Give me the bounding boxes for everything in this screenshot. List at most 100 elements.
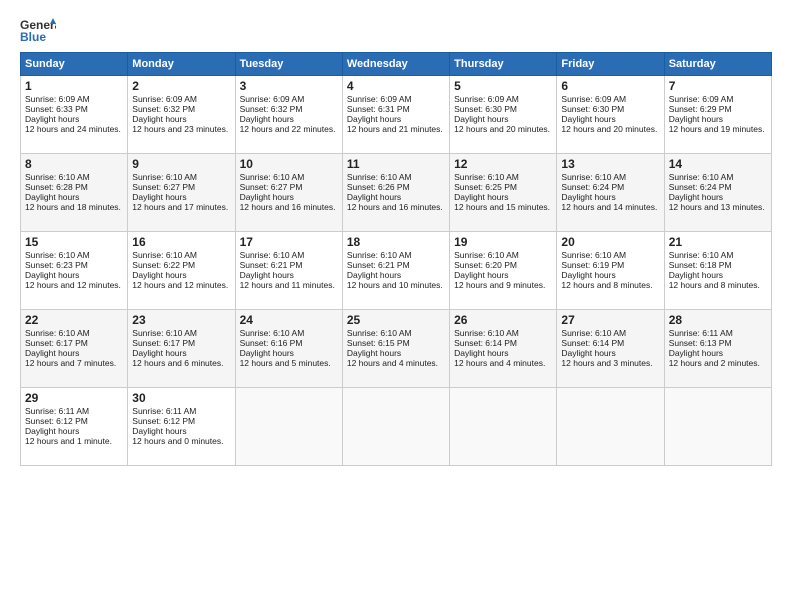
table-row: 12 Sunrise: 6:10 AM Sunset: 6:25 PM Dayl… bbox=[450, 154, 557, 232]
daylight-duration: 12 hours and 21 minutes. bbox=[347, 124, 443, 134]
sunset-label: Sunset: 6:17 PM bbox=[25, 338, 88, 348]
sunrise-label: Sunrise: 6:10 AM bbox=[454, 328, 519, 338]
page: General Blue Sunday Monday Tuesday Wedne… bbox=[0, 0, 792, 482]
table-row: 22 Sunrise: 6:10 AM Sunset: 6:17 PM Dayl… bbox=[21, 310, 128, 388]
calendar-week: 1 Sunrise: 6:09 AM Sunset: 6:33 PM Dayli… bbox=[21, 76, 772, 154]
table-row: 25 Sunrise: 6:10 AM Sunset: 6:15 PM Dayl… bbox=[342, 310, 449, 388]
table-row: 15 Sunrise: 6:10 AM Sunset: 6:23 PM Dayl… bbox=[21, 232, 128, 310]
table-row: 10 Sunrise: 6:10 AM Sunset: 6:27 PM Dayl… bbox=[235, 154, 342, 232]
sunset-label: Sunset: 6:30 PM bbox=[561, 104, 624, 114]
day-number: 23 bbox=[132, 313, 230, 327]
sunset-label: Sunset: 6:19 PM bbox=[561, 260, 624, 270]
daylight-duration: 12 hours and 10 minutes. bbox=[347, 280, 443, 290]
calendar-week: 29 Sunrise: 6:11 AM Sunset: 6:12 PM Dayl… bbox=[21, 388, 772, 466]
calendar-week: 22 Sunrise: 6:10 AM Sunset: 6:17 PM Dayl… bbox=[21, 310, 772, 388]
daylight-label: Daylight hours bbox=[561, 270, 615, 280]
sunset-label: Sunset: 6:31 PM bbox=[347, 104, 410, 114]
daylight-duration: 12 hours and 3 minutes. bbox=[561, 358, 652, 368]
sunrise-label: Sunrise: 6:09 AM bbox=[240, 94, 305, 104]
day-number: 13 bbox=[561, 157, 659, 171]
table-row bbox=[557, 388, 664, 466]
daylight-label: Daylight hours bbox=[454, 114, 508, 124]
sunrise-label: Sunrise: 6:10 AM bbox=[561, 250, 626, 260]
svg-text:Blue: Blue bbox=[20, 30, 46, 44]
daylight-duration: 12 hours and 17 minutes. bbox=[132, 202, 228, 212]
daylight-duration: 12 hours and 19 minutes. bbox=[669, 124, 765, 134]
sunrise-label: Sunrise: 6:10 AM bbox=[669, 250, 734, 260]
sunrise-label: Sunrise: 6:10 AM bbox=[347, 172, 412, 182]
table-row: 7 Sunrise: 6:09 AM Sunset: 6:29 PM Dayli… bbox=[664, 76, 771, 154]
sunset-label: Sunset: 6:22 PM bbox=[132, 260, 195, 270]
daylight-label: Daylight hours bbox=[669, 192, 723, 202]
daylight-label: Daylight hours bbox=[25, 192, 79, 202]
daylight-duration: 12 hours and 16 minutes. bbox=[347, 202, 443, 212]
calendar-week: 15 Sunrise: 6:10 AM Sunset: 6:23 PM Dayl… bbox=[21, 232, 772, 310]
day-number: 24 bbox=[240, 313, 338, 327]
col-wednesday: Wednesday bbox=[342, 53, 449, 76]
daylight-duration: 12 hours and 12 minutes. bbox=[25, 280, 121, 290]
col-tuesday: Tuesday bbox=[235, 53, 342, 76]
day-number: 7 bbox=[669, 79, 767, 93]
daylight-duration: 12 hours and 4 minutes. bbox=[347, 358, 438, 368]
daylight-duration: 12 hours and 16 minutes. bbox=[240, 202, 336, 212]
daylight-duration: 12 hours and 9 minutes. bbox=[454, 280, 545, 290]
daylight-duration: 12 hours and 11 minutes. bbox=[240, 280, 335, 290]
table-row: 17 Sunrise: 6:10 AM Sunset: 6:21 PM Dayl… bbox=[235, 232, 342, 310]
table-row: 21 Sunrise: 6:10 AM Sunset: 6:18 PM Dayl… bbox=[664, 232, 771, 310]
table-row: 20 Sunrise: 6:10 AM Sunset: 6:19 PM Dayl… bbox=[557, 232, 664, 310]
table-row: 16 Sunrise: 6:10 AM Sunset: 6:22 PM Dayl… bbox=[128, 232, 235, 310]
col-thursday: Thursday bbox=[450, 53, 557, 76]
daylight-label: Daylight hours bbox=[561, 114, 615, 124]
sunset-label: Sunset: 6:21 PM bbox=[240, 260, 303, 270]
table-row bbox=[342, 388, 449, 466]
table-row: 5 Sunrise: 6:09 AM Sunset: 6:30 PM Dayli… bbox=[450, 76, 557, 154]
sunset-label: Sunset: 6:15 PM bbox=[347, 338, 410, 348]
daylight-duration: 12 hours and 8 minutes. bbox=[669, 280, 760, 290]
daylight-duration: 12 hours and 20 minutes. bbox=[561, 124, 657, 134]
daylight-duration: 12 hours and 7 minutes. bbox=[25, 358, 116, 368]
day-number: 27 bbox=[561, 313, 659, 327]
sunrise-label: Sunrise: 6:09 AM bbox=[347, 94, 412, 104]
sunrise-label: Sunrise: 6:10 AM bbox=[454, 250, 519, 260]
table-row: 18 Sunrise: 6:10 AM Sunset: 6:21 PM Dayl… bbox=[342, 232, 449, 310]
day-number: 22 bbox=[25, 313, 123, 327]
sunrise-label: Sunrise: 6:09 AM bbox=[561, 94, 626, 104]
table-row: 30 Sunrise: 6:11 AM Sunset: 6:12 PM Dayl… bbox=[128, 388, 235, 466]
daylight-label: Daylight hours bbox=[347, 270, 401, 280]
day-number: 29 bbox=[25, 391, 123, 405]
sunrise-label: Sunrise: 6:10 AM bbox=[25, 328, 90, 338]
sunrise-label: Sunrise: 6:09 AM bbox=[669, 94, 734, 104]
sunset-label: Sunset: 6:32 PM bbox=[132, 104, 195, 114]
sunrise-label: Sunrise: 6:10 AM bbox=[561, 172, 626, 182]
header: General Blue bbox=[20, 16, 772, 44]
sunset-label: Sunset: 6:30 PM bbox=[454, 104, 517, 114]
col-friday: Friday bbox=[557, 53, 664, 76]
daylight-duration: 12 hours and 23 minutes. bbox=[132, 124, 228, 134]
daylight-label: Daylight hours bbox=[25, 348, 79, 358]
calendar-table: Sunday Monday Tuesday Wednesday Thursday… bbox=[20, 52, 772, 466]
daylight-duration: 12 hours and 6 minutes. bbox=[132, 358, 223, 368]
daylight-label: Daylight hours bbox=[347, 348, 401, 358]
daylight-label: Daylight hours bbox=[240, 270, 294, 280]
day-number: 9 bbox=[132, 157, 230, 171]
sunrise-label: Sunrise: 6:10 AM bbox=[561, 328, 626, 338]
daylight-label: Daylight hours bbox=[669, 348, 723, 358]
header-row: Sunday Monday Tuesday Wednesday Thursday… bbox=[21, 53, 772, 76]
sunrise-label: Sunrise: 6:10 AM bbox=[132, 328, 197, 338]
logo-icon: General Blue bbox=[20, 16, 56, 44]
daylight-label: Daylight hours bbox=[347, 192, 401, 202]
table-row bbox=[450, 388, 557, 466]
daylight-label: Daylight hours bbox=[240, 192, 294, 202]
sunrise-label: Sunrise: 6:11 AM bbox=[25, 406, 89, 416]
daylight-label: Daylight hours bbox=[240, 348, 294, 358]
table-row: 3 Sunrise: 6:09 AM Sunset: 6:32 PM Dayli… bbox=[235, 76, 342, 154]
day-number: 11 bbox=[347, 157, 445, 171]
sunrise-label: Sunrise: 6:10 AM bbox=[240, 328, 305, 338]
sunrise-label: Sunrise: 6:09 AM bbox=[454, 94, 519, 104]
table-row: 28 Sunrise: 6:11 AM Sunset: 6:13 PM Dayl… bbox=[664, 310, 771, 388]
sunset-label: Sunset: 6:14 PM bbox=[454, 338, 517, 348]
sunset-label: Sunset: 6:14 PM bbox=[561, 338, 624, 348]
sunset-label: Sunset: 6:27 PM bbox=[132, 182, 195, 192]
daylight-label: Daylight hours bbox=[454, 348, 508, 358]
daylight-duration: 12 hours and 24 minutes. bbox=[25, 124, 121, 134]
